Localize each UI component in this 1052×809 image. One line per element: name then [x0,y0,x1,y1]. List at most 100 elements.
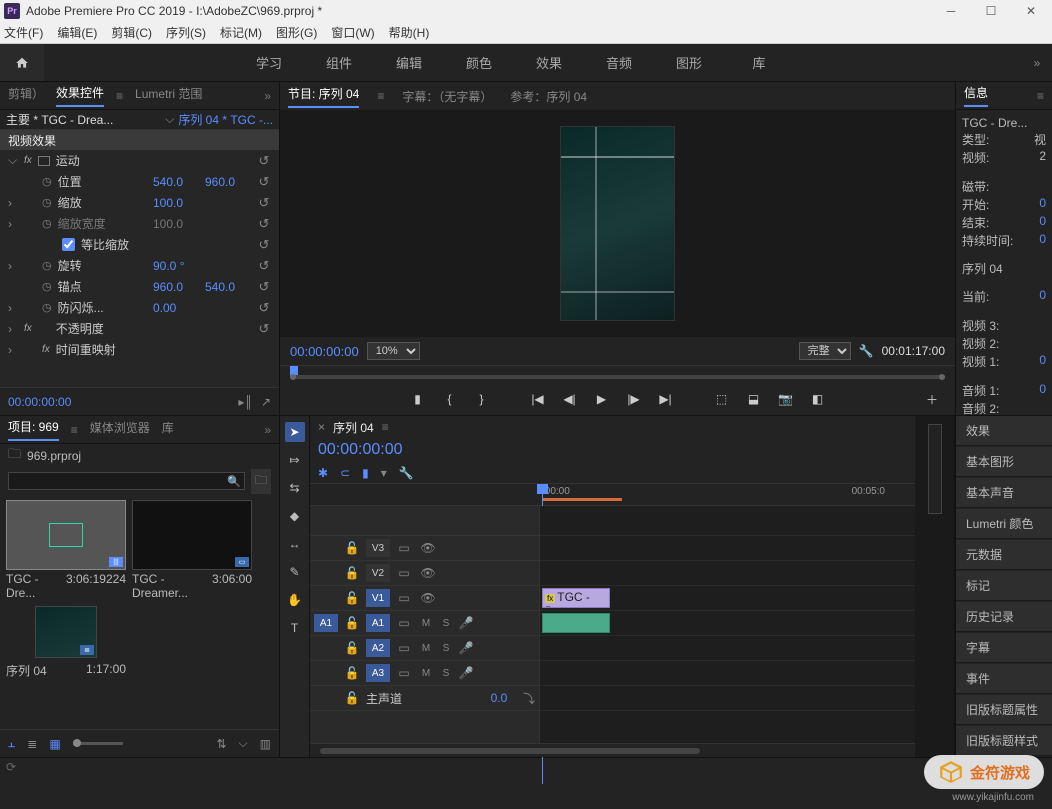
resolution-select[interactable]: 完整 [799,342,851,360]
panel-tab-legacy-title-props[interactable]: 旧版标题属性 [956,695,1052,725]
lock-icon[interactable]: 🔓 [342,566,362,580]
sync-lock-icon[interactable]: ▭ [394,591,414,605]
expand-icon[interactable]: › [8,322,18,336]
tab-libraries[interactable]: 库 [162,419,174,440]
pen-tool[interactable]: ✎ [285,562,305,582]
source-patch-a1[interactable]: A1 [314,614,338,632]
button-editor-icon[interactable]: ＋ [923,390,941,408]
automate-icon[interactable]: ⌵ [239,736,248,751]
track-target-a3[interactable]: A3 [366,664,390,682]
type-tool[interactable]: T [285,618,305,638]
stopwatch-icon[interactable]: ◷ [42,280,52,293]
tab-media-browser[interactable]: 媒体浏览器 [90,419,150,440]
snap-icon[interactable]: ✱ [318,466,328,480]
panel-tab-captions[interactable]: 字幕 [956,633,1052,663]
panel-menu-icon[interactable]: ≡ [1037,89,1044,103]
reset-icon[interactable]: ↺ [257,237,271,253]
reset-icon[interactable]: ↺ [257,321,271,337]
audio-clip[interactable] [542,613,610,633]
prop-time-remap[interactable]: 时间重映射 [56,341,271,358]
tab-program[interactable]: 节目: 序列 04 [288,85,359,108]
folder-icon[interactable]: 🗀 [8,445,21,467]
reset-icon[interactable]: ↺ [257,300,271,316]
fx-badge[interactable]: fx [42,344,50,355]
reset-icon[interactable]: ↺ [257,153,271,169]
panel-tab-legacy-title-styles[interactable]: 旧版标题样式 [956,726,1052,756]
menu-graphics[interactable]: 图形(G) [276,24,317,41]
wrench-icon[interactable]: 🔧 [859,344,874,358]
minimize-button[interactable]: ─ [944,4,958,18]
position-y[interactable]: 960.0 [205,175,251,189]
lock-icon[interactable]: 🔓 [342,616,362,630]
zoom-select[interactable]: 10% [367,342,420,360]
go-to-out-icon[interactable]: ▶| [657,390,675,408]
home-button[interactable] [0,44,44,81]
mute-button[interactable]: M [418,668,434,679]
timeline-timecode[interactable]: 00:00:00:00 [318,441,403,459]
voiceover-icon[interactable]: 🎤 [458,641,474,655]
video-clip[interactable]: fxTGC - Dre [542,588,610,608]
captions-label[interactable]: 字幕：（无字幕） [402,88,492,105]
workspace-learn[interactable]: 学习 [234,53,304,72]
panel-tab-lumetri-color[interactable]: Lumetri 颜色 [956,509,1052,539]
voiceover-icon[interactable]: 🎤 [458,616,474,630]
workspace-overflow[interactable]: » [1022,56,1052,70]
expand-icon[interactable]: › [8,301,18,315]
eye-icon[interactable]: 👁 [418,591,438,605]
selection-tool[interactable]: ➤ [285,422,305,442]
ec-export-icon[interactable]: ↗ [261,395,271,409]
menu-file[interactable]: 文件(F) [4,24,43,41]
panel-tab-metadata[interactable]: 元数据 [956,540,1052,570]
anchor-x[interactable]: 960.0 [153,280,199,294]
thumbnail-size-slider[interactable] [73,742,123,745]
stopwatch-icon[interactable]: ◷ [42,196,52,209]
menu-window[interactable]: 窗口(W) [331,24,374,41]
prop-opacity[interactable]: 不透明度 [56,320,251,337]
solo-button[interactable]: S [438,643,454,654]
tab-lumetri-scopes[interactable]: Lumetri 范围 [135,85,202,106]
voiceover-icon[interactable]: 🎤 [458,666,474,680]
workspace-assembly[interactable]: 组件 [304,53,374,72]
workspace-effects[interactable]: 效果 [514,53,584,72]
panel-menu-icon[interactable]: ≡ [116,89,123,103]
list-view-icon[interactable]: ≣ [27,737,37,751]
program-timecode[interactable]: 00:00:00:00 [290,344,359,359]
project-item[interactable]: ||| TGC - Dre...3:06:19224 [6,500,126,600]
play-icon[interactable]: ▶ [593,390,611,408]
icon-view-icon[interactable]: ▦ [49,737,60,751]
rw-toggle-icon[interactable]: ⫠ [8,736,15,751]
rotation-value[interactable]: 90.0 ° [153,259,199,273]
lock-icon[interactable]: 🔓 [342,591,362,605]
expand-icon[interactable]: › [8,217,18,231]
audio-meter[interactable] [915,416,955,757]
tab-effect-controls[interactable]: 效果控件 [56,84,104,107]
track-select-tool[interactable]: ⤇ [285,450,305,470]
eye-icon[interactable]: 👁 [418,541,438,555]
project-item[interactable]: ≣ 序列 041:17:00 [6,606,126,679]
panel-overflow[interactable]: » [264,423,271,437]
new-bin-icon[interactable]: 🗀 [251,469,271,494]
sort-icon[interactable]: ⇅ [216,737,226,751]
motion-bounds-icon[interactable] [38,156,50,166]
scale-value[interactable]: 100.0 [153,196,199,210]
stopwatch-icon[interactable]: ◷ [42,259,52,272]
position-x[interactable]: 540.0 [153,175,199,189]
slip-tool[interactable]: ↔ [285,534,305,554]
fx-badge[interactable]: fx [24,155,32,166]
collapse-icon[interactable]: ⤵ [523,690,535,707]
lock-icon[interactable]: 🔓 [342,666,362,680]
timeline-ruler[interactable]: :00:00 00:05:0 [310,484,915,506]
timeline-sequence-name[interactable]: 序列 04 [333,419,374,436]
reset-icon[interactable]: ↺ [257,195,271,211]
program-monitor[interactable] [280,110,955,337]
workspace-graphics[interactable]: 图形 [654,53,724,72]
sync-lock-icon[interactable]: ▭ [394,641,414,655]
antiflicker-value[interactable]: 0.00 [153,301,199,315]
lock-icon[interactable]: 🔓 [342,641,362,655]
go-to-in-icon[interactable]: |◀ [529,390,547,408]
step-forward-icon[interactable]: |▶ [625,390,643,408]
ec-loop-icon[interactable]: ▸║ [238,395,253,409]
lift-icon[interactable]: ⬚ [713,390,731,408]
reset-icon[interactable]: ↺ [257,258,271,274]
timeline-settings-icon[interactable]: ▾ [381,466,387,480]
